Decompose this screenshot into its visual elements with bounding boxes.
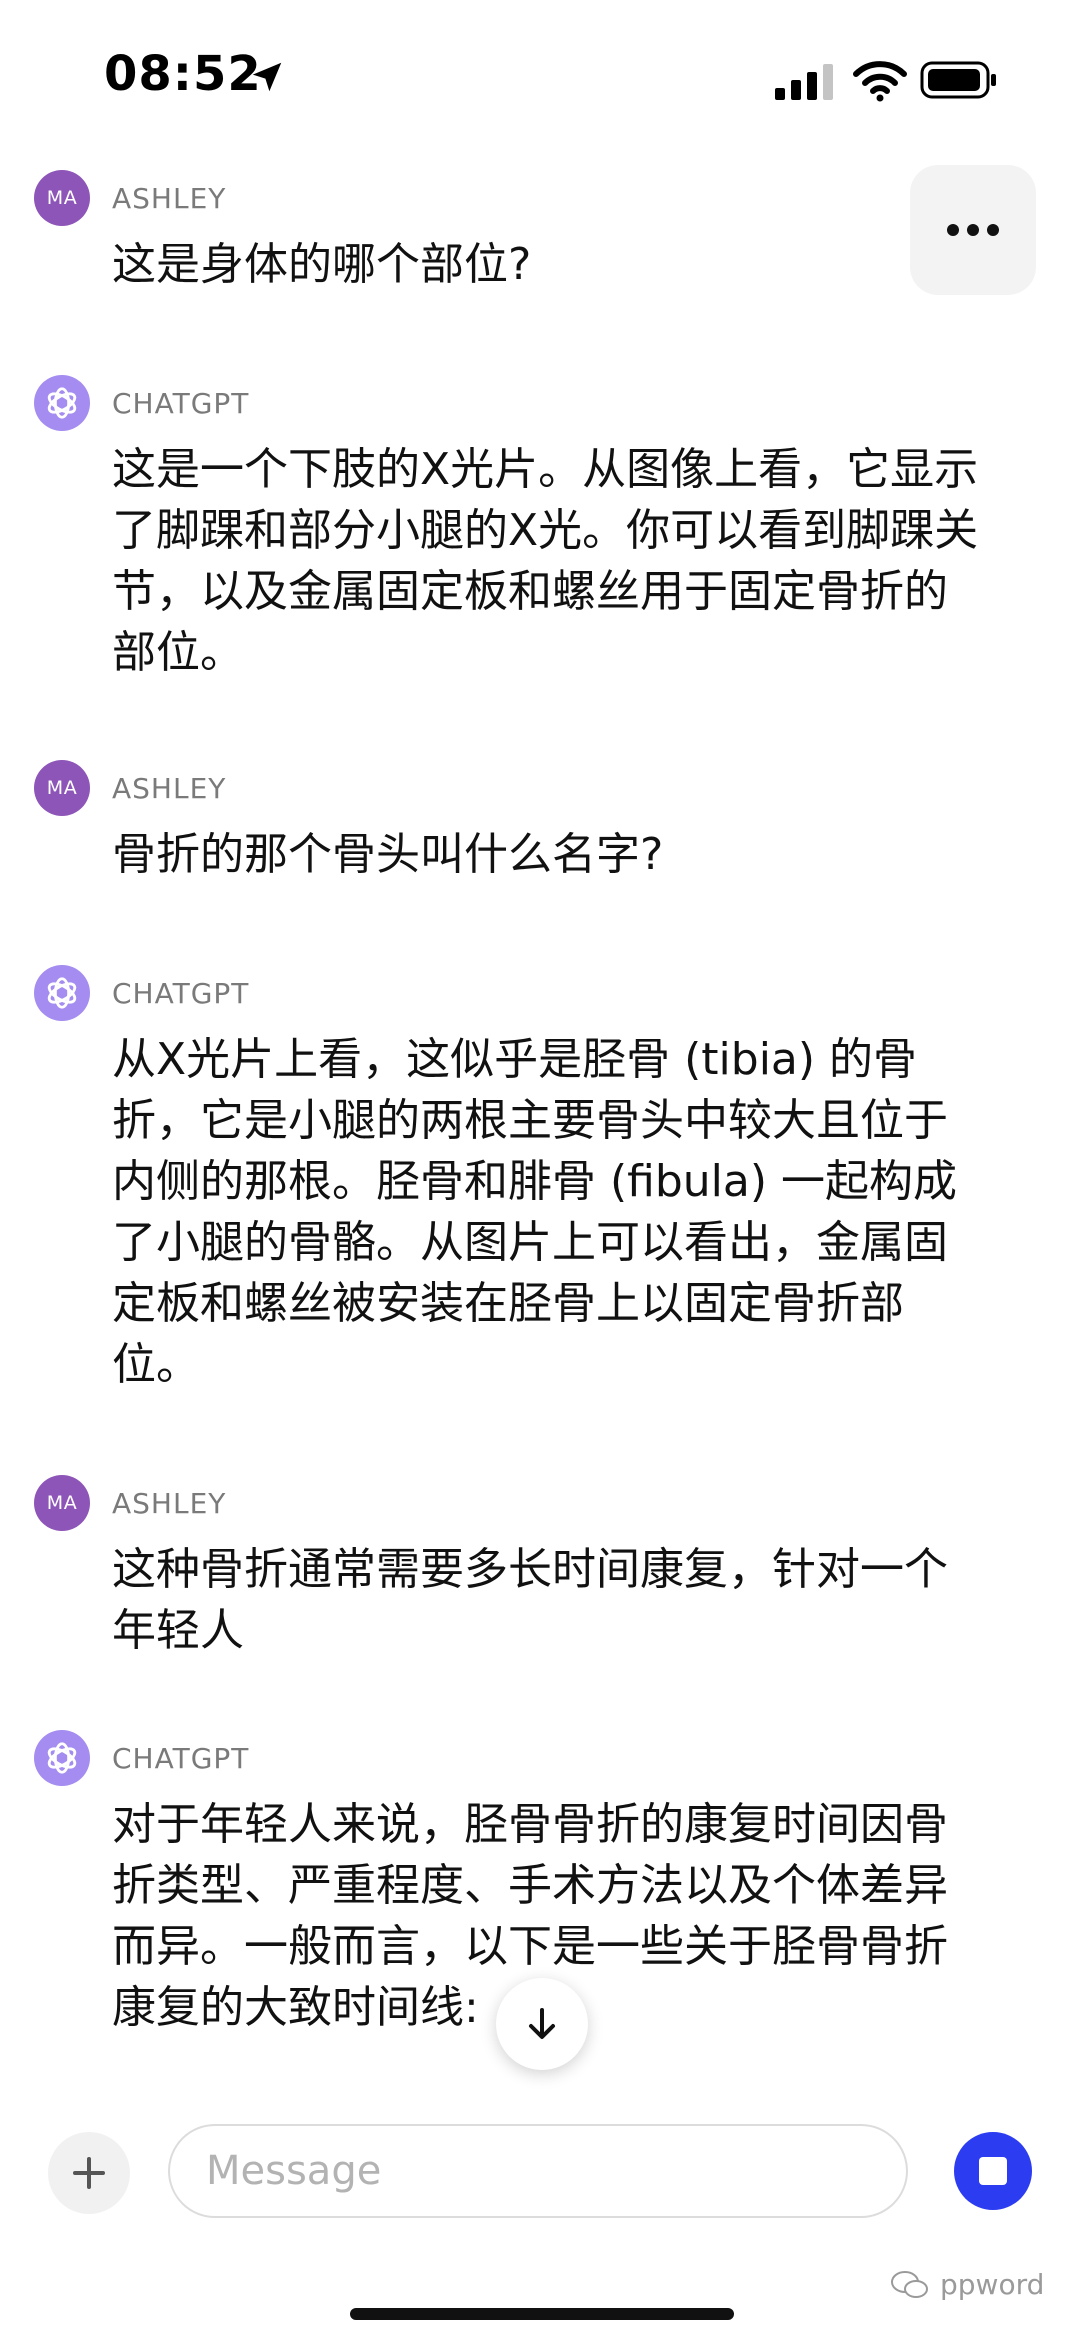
add-attachment-button[interactable] (48, 2132, 130, 2214)
message-text: 这种骨折通常需要多长时间康复，针对一个年轻人 (112, 1544, 948, 1656)
status-bar: 08:52 (0, 0, 1080, 160)
scroll-to-bottom-button[interactable] (496, 1978, 588, 2070)
sender-name: ASHLEY (112, 1487, 227, 1520)
message-input[interactable] (168, 2124, 908, 2218)
sender-name: ASHLEY (112, 772, 227, 805)
wifi-icon (853, 61, 907, 102)
user-avatar: MA (34, 1475, 90, 1531)
watermark: ppword (890, 2268, 1044, 2301)
sender-name: CHATGPT (112, 977, 250, 1010)
composer (0, 2120, 1080, 2240)
sender-name: ASHLEY (112, 182, 227, 215)
location-arrow-icon (252, 62, 282, 92)
stop-generating-button[interactable] (954, 2132, 1032, 2210)
assistant-avatar (34, 1730, 90, 1786)
stop-icon (979, 2157, 1007, 2185)
message-text: 从X光片上看，这似乎是胫骨 (tibia) 的骨折，它是小腿的两根主要骨头中较大… (112, 1034, 958, 1390)
sender-name: CHATGPT (112, 1742, 250, 1775)
message-text: 骨折的那个骨头叫什么名字? (112, 829, 664, 880)
message-text: 这是一个下肢的X光片。从图像上看，它显示了脚踝和部分小腿的X光。你可以看到脚踝关… (112, 444, 979, 678)
sender-name: CHATGPT (112, 387, 250, 420)
status-time: 08:52 (104, 46, 262, 102)
arrow-down-icon (529, 2008, 555, 2039)
message-text: 这是身体的哪个部位? (112, 239, 532, 290)
openai-logo-icon (47, 977, 77, 1009)
signal-icon (775, 64, 833, 100)
plus-icon (73, 2157, 105, 2189)
battery-icon (920, 61, 996, 99)
assistant-avatar (34, 375, 90, 431)
user-avatar: MA (34, 760, 90, 816)
user-avatar: MA (34, 170, 90, 226)
wechat-icon (891, 2270, 928, 2298)
home-indicator (350, 2308, 734, 2320)
watermark-text: ppword (940, 2268, 1045, 2301)
openai-logo-icon (47, 387, 77, 419)
openai-logo-icon (47, 1742, 77, 1774)
assistant-avatar (34, 965, 90, 1021)
